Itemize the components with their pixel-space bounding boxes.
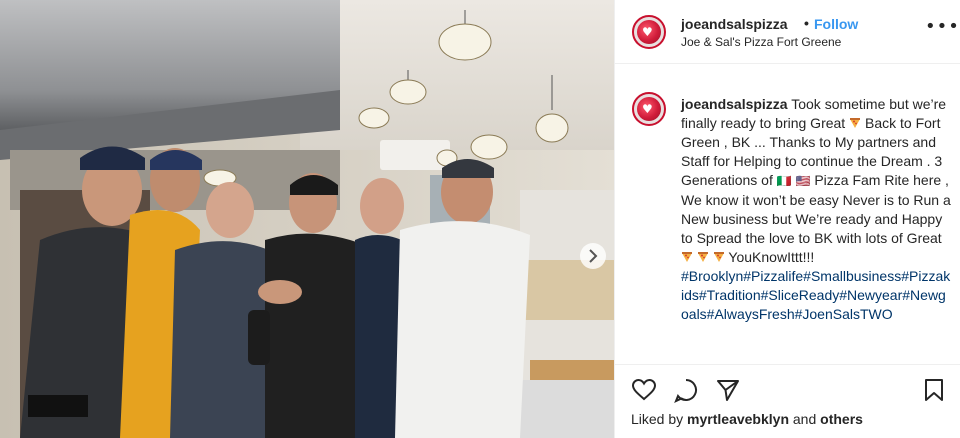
flags-icon: 🇮🇹 🇺🇸 bbox=[776, 174, 811, 188]
post-actions: Liked by myrtleavebklyn and others bbox=[615, 364, 960, 438]
heart-icon[interactable] bbox=[631, 377, 657, 403]
avatar[interactable]: ♥ bbox=[632, 15, 666, 49]
pizza-icon bbox=[713, 252, 724, 262]
liked-by-user[interactable]: myrtleavebklyn bbox=[687, 411, 789, 427]
caption-text-4: YouKnowIttt!!! bbox=[724, 249, 815, 265]
hashtags[interactable]: #Brooklyn#Pizzalife#Smallbusiness#Pizzak… bbox=[681, 267, 953, 324]
follow-button[interactable]: Follow bbox=[814, 16, 858, 32]
post-photo[interactable] bbox=[0, 0, 614, 438]
carousel-next-button[interactable] bbox=[580, 243, 606, 269]
likes-prefix: Liked by bbox=[631, 411, 688, 427]
likes-summary: Liked by myrtleavebklyn and others bbox=[631, 411, 863, 427]
bookmark-icon[interactable] bbox=[921, 377, 947, 403]
more-options-icon[interactable]: ••• bbox=[925, 18, 960, 36]
share-icon[interactable] bbox=[715, 377, 741, 403]
pizza-icon bbox=[682, 252, 692, 262]
caption-avatar[interactable]: ♥ bbox=[632, 92, 666, 126]
heart-logo-icon: ♥ bbox=[642, 25, 653, 39]
photo-illustration bbox=[0, 0, 614, 438]
pizza-icon bbox=[697, 252, 708, 262]
likes-others-link[interactable]: others bbox=[820, 411, 863, 427]
comment-icon[interactable] bbox=[673, 377, 699, 403]
post-header: ♥ joeandsalspizza • Follow Joe & Sal's P… bbox=[615, 0, 960, 64]
location-link[interactable]: Joe & Sal's Pizza Fort Greene bbox=[681, 35, 841, 49]
chevron-right-icon bbox=[589, 249, 598, 263]
post-side-panel: ♥ joeandsalspizza • Follow Joe & Sal's P… bbox=[614, 0, 960, 438]
header-separator: • bbox=[804, 15, 809, 31]
header-username[interactable]: joeandsalspizza bbox=[681, 16, 788, 32]
heart-logo-icon: ♥ bbox=[642, 102, 653, 116]
pizza-icon bbox=[850, 118, 861, 128]
post-caption: joeandsalspizza Took sometime but we’re … bbox=[681, 95, 953, 324]
likes-and: and bbox=[789, 411, 821, 427]
caption-username[interactable]: joeandsalspizza bbox=[681, 96, 788, 112]
